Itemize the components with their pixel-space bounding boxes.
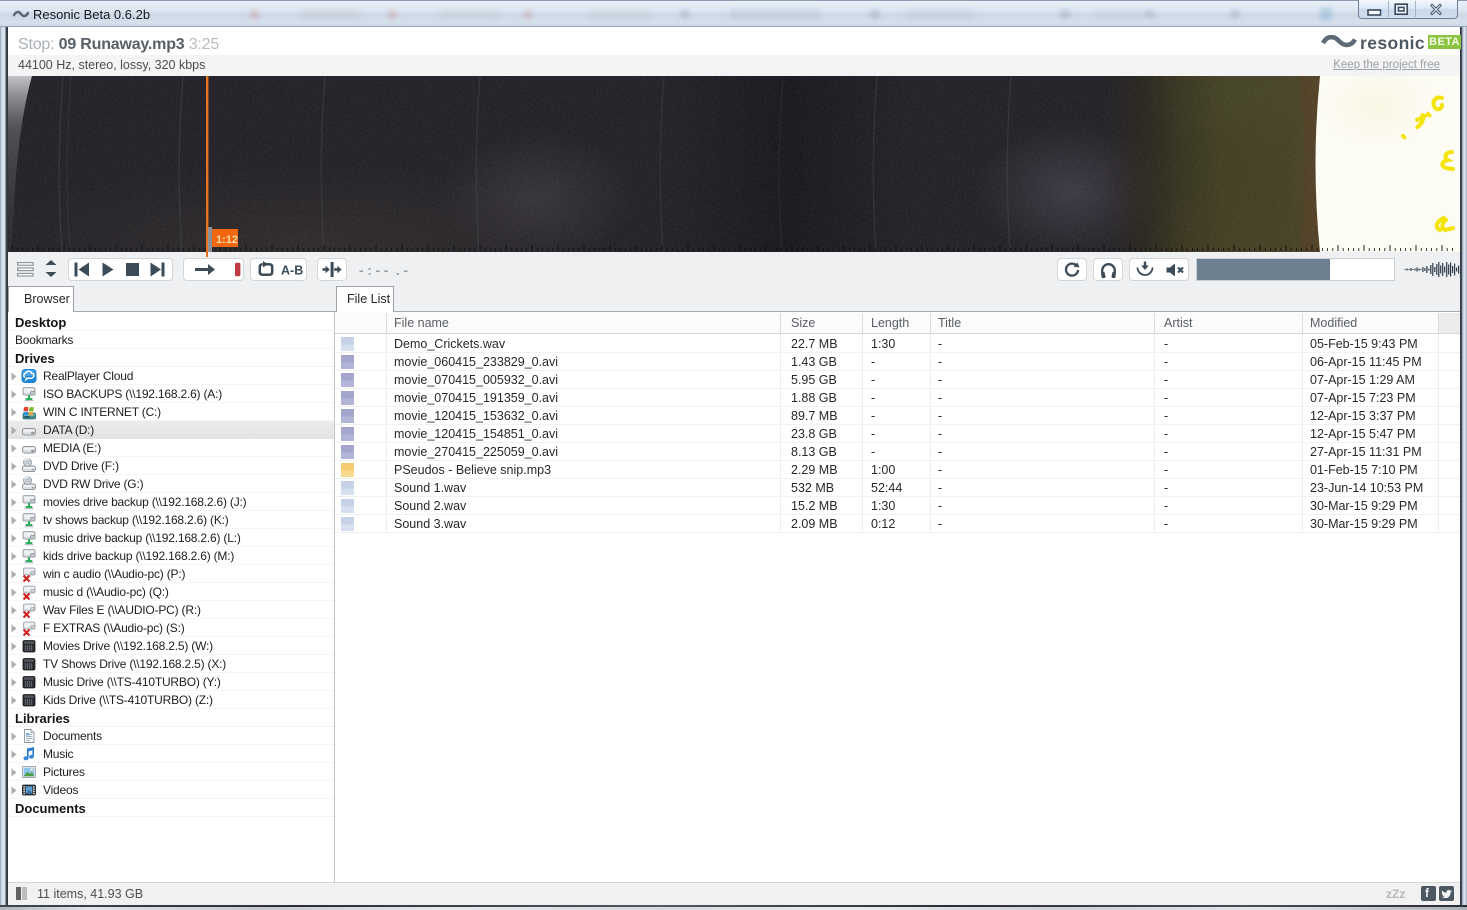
svg-text:1:12: 1:12 <box>216 234 238 246</box>
svg-text:A-B: A-B <box>281 264 303 278</box>
